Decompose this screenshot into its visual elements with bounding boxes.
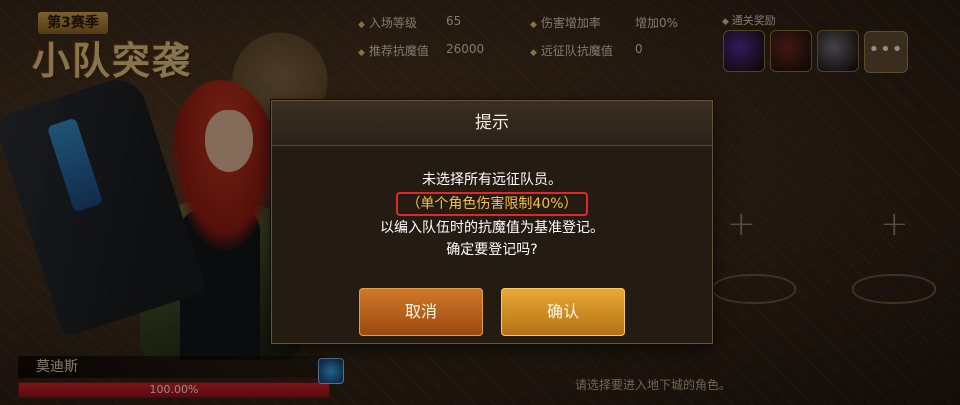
dialog-line: 未选择所有远征队员。 (422, 172, 562, 188)
confirm-button[interactable]: 确认 (501, 288, 625, 336)
dialog-message: 未选择所有远征队员。 （单个角色伤害限制40%） 以编入队伍时的抗魔值为基准登记… (272, 169, 712, 261)
cancel-button[interactable]: 取消 (359, 288, 483, 336)
dialog-line: 确定要登记吗? (446, 242, 538, 258)
game-screen: 第3赛季 小队突袭 莫迪斯 100.00% ◆ 入场等级 65 ◆ 推荐抗魔值 26… (0, 0, 960, 405)
damage-limit-note: （单个角色伤害限制40%） (396, 192, 588, 216)
dialog-line: 以编入队伍时的抗魔值为基准登记。 (380, 220, 604, 236)
dialog-title: 提示 (272, 101, 712, 146)
confirm-dialog: 提示 未选择所有远征队员。 （单个角色伤害限制40%） 以编入队伍时的抗魔值为基… (271, 100, 713, 344)
